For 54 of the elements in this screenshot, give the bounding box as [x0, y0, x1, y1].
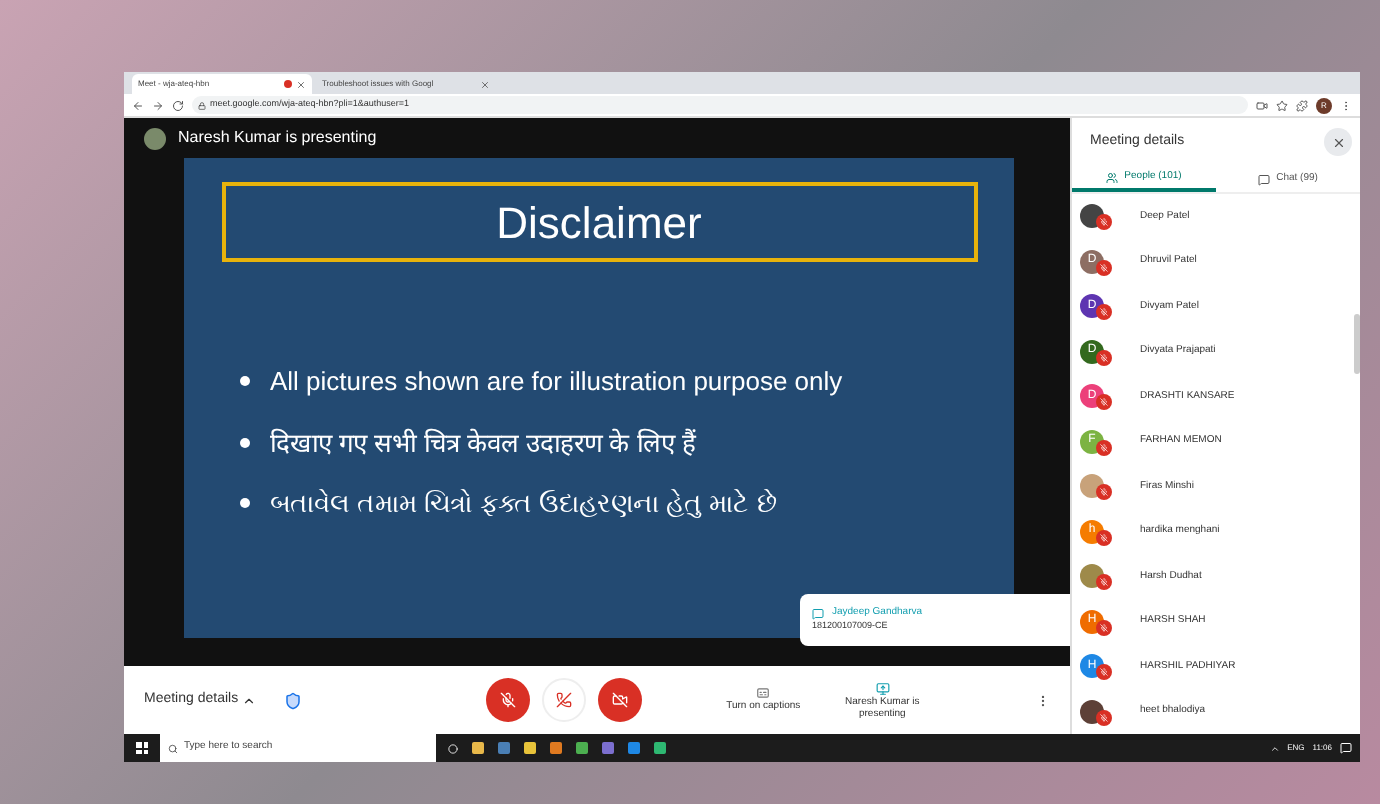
scrollbar[interactable]: [1354, 314, 1360, 374]
muted-mic-icon: [1100, 353, 1108, 362]
muted-mic-icon: [1100, 443, 1108, 452]
more-options-icon[interactable]: [1036, 693, 1050, 707]
reload-icon[interactable]: [172, 99, 184, 111]
forward-icon[interactable]: [152, 99, 164, 111]
taskbar-app-icon[interactable]: [602, 742, 614, 754]
taskbar-app-icon[interactable]: [498, 742, 510, 754]
muted-mic-icon: [1100, 533, 1108, 542]
muted-mic-icon: [1100, 398, 1108, 407]
muted-mic-icon: [1100, 668, 1108, 677]
slide-bullet: બતાવેલ તમામ ચિત્રો ફક્ત ઉદાહરણના હેતુ માટે છે: [270, 486, 777, 522]
taskbar-app-icon[interactable]: [472, 742, 484, 754]
mic-button[interactable]: [486, 678, 531, 722]
taskbar-app-icon[interactable]: [654, 742, 666, 754]
taskbar-app-icon[interactable]: [550, 742, 562, 754]
cortana-icon[interactable]: [448, 743, 458, 753]
people-icon: [1106, 171, 1119, 184]
camera-off-icon: [612, 692, 629, 708]
search-icon: [168, 743, 178, 753]
muted-mic-icon: [1100, 263, 1108, 272]
taskbar-app-icon[interactable]: [524, 742, 536, 754]
muted-mic-icon: [1100, 488, 1108, 497]
slide-bullet: All pictures shown are for illustration purpose only: [270, 364, 843, 400]
back-icon[interactable]: [132, 99, 144, 111]
presenter-avatar: [144, 127, 166, 149]
muted-mic-icon: [1100, 308, 1108, 317]
taskbar-app-icon[interactable]: [576, 742, 588, 754]
present-screen-icon: [875, 681, 890, 695]
tray-chevron-icon[interactable]: [1269, 743, 1280, 753]
slide-bullet: दिखाए गए सभी चित्र केवल उदाहरण के लिए हैं: [270, 425, 696, 461]
slide-title: Disclaimer: [221, 182, 977, 262]
close-button[interactable]: [1324, 128, 1352, 157]
camera-button[interactable]: [598, 678, 643, 722]
chat-icon: [1258, 173, 1271, 186]
presenter-label: Naresh Kumar is presenting: [178, 126, 377, 150]
captions-icon: [756, 685, 771, 700]
muted-mic-icon: [1100, 218, 1108, 227]
hang-up-button[interactable]: [542, 678, 587, 722]
close-icon: [1331, 135, 1345, 150]
camera-icon[interactable]: [1256, 99, 1268, 111]
chevron-up-icon: [242, 693, 257, 707]
muted-mic-icon: [1100, 578, 1108, 587]
taskbar-app-icon[interactable]: [628, 742, 640, 754]
muted-mic-icon: [500, 692, 517, 708]
hang-up-icon: [556, 692, 573, 708]
shield-icon[interactable]: [284, 691, 303, 709]
muted-mic-icon: [1100, 713, 1108, 722]
extensions-icon[interactable]: [1296, 99, 1308, 111]
notifications-icon[interactable]: [1340, 742, 1352, 754]
lock-icon: [198, 101, 206, 109]
muted-mic-icon: [1100, 623, 1108, 632]
chat-icon: [812, 607, 824, 620]
bookmark-star-icon[interactable]: [1276, 99, 1288, 111]
